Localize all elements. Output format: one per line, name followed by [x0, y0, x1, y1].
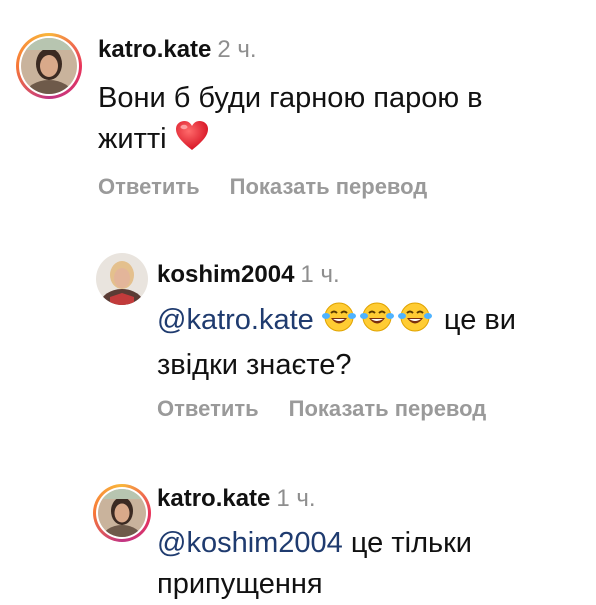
avatar-photo-icon: [21, 38, 77, 94]
reply-button[interactable]: Ответить: [157, 396, 259, 421]
comment-text: @katro.kate це ви звідки знаєте?: [157, 300, 587, 386]
mention-link[interactable]: @katro.kate: [157, 304, 314, 336]
comment-time: 1 ч.: [300, 261, 340, 288]
comment-author[interactable]: katro.kate: [157, 485, 270, 512]
avatar-photo-icon: [98, 489, 146, 537]
red-heart-icon: [175, 120, 209, 164]
avatar[interactable]: [96, 253, 148, 305]
show-translation-button[interactable]: Показать перевод: [289, 396, 487, 421]
mention-link[interactable]: @koshim2004: [157, 527, 343, 559]
avatar-photo-icon: [96, 253, 148, 305]
avatar[interactable]: [16, 33, 82, 99]
face-with-tears-of-joy-icon: [397, 301, 432, 345]
comment-author[interactable]: koshim2004: [157, 261, 294, 288]
comment-1: katro.kate 2 ч. Вони б буди гарною парою …: [0, 0, 596, 215]
reply-button[interactable]: Ответить: [98, 174, 200, 199]
comment-author[interactable]: katro.kate: [98, 36, 211, 63]
face-with-tears-of-joy-icon: [321, 301, 356, 345]
comment-3: katro.kate 1 ч. @koshim2004 це тільки при…: [0, 460, 596, 600]
comment-2: koshim2004 1 ч. @katro.kate це ви звідки…: [0, 215, 596, 460]
comment-time: 2 ч.: [217, 36, 257, 63]
show-translation-button[interactable]: Показать перевод: [230, 174, 428, 199]
comment-text: @koshim2004 це тільки припущення: [157, 527, 472, 600]
face-with-tears-of-joy-icon: [359, 301, 394, 345]
avatar[interactable]: [93, 484, 151, 542]
comment-time: 1 ч.: [276, 485, 316, 512]
comment-text: Вони б буди гарною парою в житті: [98, 78, 578, 164]
